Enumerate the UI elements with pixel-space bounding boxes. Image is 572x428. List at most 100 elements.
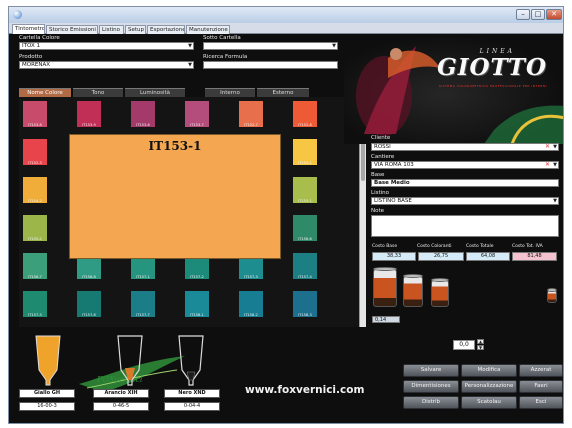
cartella-value: ITOX 1 <box>22 43 40 49</box>
listino-label: Listino <box>371 190 389 196</box>
base-label: Base <box>371 172 385 178</box>
paint-can-large-icon[interactable] <box>373 267 397 307</box>
tintometro-panel: Cartella Colore ITOX 1 ▼ Sotto Cartella … <box>9 34 563 423</box>
funnel-arancio-icon <box>117 335 143 386</box>
brand-banner: LINEA GIOTTO SISTEMA COLORIMETRICO PROFE… <box>344 34 563 144</box>
personalizzazione-button[interactable]: Personalizzazione <box>461 380 517 393</box>
note-label: Note <box>371 208 385 214</box>
chevron-down-icon: ▼ <box>553 198 557 204</box>
funnel-nero-icon <box>178 335 204 386</box>
maximize-button[interactable]: □ <box>531 9 545 20</box>
color-swatch[interactable]: IT157-4 <box>293 253 317 279</box>
dispenser-code-nero: 0-04-4 <box>164 402 220 411</box>
color-swatch[interactable]: IT155-1 <box>293 177 317 203</box>
clear-icon[interactable]: ✕ <box>545 162 550 168</box>
prodotto-select[interactable]: MORENAX ▼ <box>19 61 194 69</box>
dimentisiones-button[interactable]: Dimentisiones <box>403 380 459 393</box>
swatch-code: IT156-6 <box>298 237 312 241</box>
swatch-code: IT154-2 <box>28 199 42 203</box>
color-swatch[interactable]: IT157-7 <box>131 291 155 317</box>
dispenser-name-arancio: Arancio XIH <box>93 389 149 398</box>
color-swatch[interactable]: IT152-8 <box>293 101 317 127</box>
cliente-label: Cliente <box>371 135 391 141</box>
tab-interno[interactable]: Interno <box>205 88 255 97</box>
color-swatch[interactable]: IT155-2 <box>23 215 47 241</box>
cliente-select[interactable]: ROSSI ✕ ▼ <box>371 143 559 151</box>
color-swatch[interactable]: IT158-1 <box>185 291 209 317</box>
azzerat-button[interactable]: Azzerat <box>519 364 563 377</box>
tab-manutenzione[interactable]: Manutenzione <box>186 25 230 34</box>
chevron-down-icon[interactable]: ▼ <box>553 162 557 168</box>
color-swatch[interactable]: IT153-7 <box>185 101 209 127</box>
listino-select[interactable]: LISTINO BASE ▼ <box>371 197 559 205</box>
swatch-code: IT152-3 <box>28 161 42 165</box>
tab-nome-colore[interactable]: Nome Colore <box>19 88 71 97</box>
spin-down-icon[interactable]: ▼ <box>477 345 484 350</box>
sottocartella-select[interactable]: ▼ <box>203 42 338 50</box>
dispenser-name-giallo: Giallo GH <box>19 389 75 398</box>
ricerca-input[interactable] <box>203 61 338 69</box>
brand-subtitle: SISTEMA COLORIMETRICO PROFESSIONALE PER … <box>438 84 547 88</box>
swatch-code: IT158-3 <box>298 313 312 317</box>
color-swatch[interactable]: IT154-2 <box>23 177 47 203</box>
swatch-code: IT158-2 <box>244 313 258 317</box>
cantiere-value: VIA ROMA 103 <box>374 162 414 168</box>
color-swatch[interactable]: IT154-1 <box>293 139 317 165</box>
minimize-button[interactable]: – <box>516 9 530 20</box>
dispenser-code-giallo: 16-00-3 <box>19 402 75 411</box>
size-field: 0,14 <box>372 316 400 323</box>
scatolau-button[interactable]: Scatolau <box>461 396 517 409</box>
modifica-button[interactable]: Modifica <box>461 364 517 377</box>
color-swatch[interactable]: IT153-8 <box>23 101 47 127</box>
color-swatch[interactable]: IT153-9 <box>77 101 101 127</box>
chevron-down-icon[interactable]: ▼ <box>553 144 557 150</box>
color-swatch[interactable]: IT157-5 <box>23 291 47 317</box>
cartella-select[interactable]: ITOX 1 ▼ <box>19 42 194 50</box>
paint-can-medium-icon[interactable] <box>403 274 423 307</box>
paint-can-small-icon[interactable] <box>431 278 449 307</box>
color-swatch[interactable]: IT158-3 <box>293 291 317 317</box>
brand-title: GIOTTO <box>437 54 547 81</box>
tab-esterno[interactable]: Esterno <box>257 88 309 97</box>
tab-luminosita[interactable]: Luminosità <box>125 88 185 97</box>
note-textarea[interactable] <box>371 215 559 237</box>
costo-base-value: 38,33 <box>372 252 416 261</box>
tab-storico-emissioni[interactable]: Storico Emissioni <box>46 25 98 34</box>
cliente-value: ROSSI <box>374 144 391 150</box>
color-swatch[interactable]: IT156-6 <box>293 215 317 241</box>
zoom-input[interactable]: 0,0 <box>453 340 475 350</box>
dancer-illustration-icon <box>356 46 563 144</box>
esci-button[interactable]: Esci <box>519 396 563 409</box>
close-button[interactable]: ✕ <box>546 9 562 20</box>
swatch-code: IT153-9 <box>82 123 96 127</box>
color-swatch[interactable]: IT156-7 <box>23 253 47 279</box>
spin-up-icon[interactable]: ▲ <box>477 339 484 344</box>
swatch-code: IT157-1 <box>136 275 150 279</box>
dispenser-name-nero: Nero XND <box>164 389 220 398</box>
color-swatch[interactable]: IT157-6 <box>77 291 101 317</box>
costo-base-label: Costo Base <box>372 244 398 249</box>
color-swatch[interactable]: IT152-7 <box>239 101 263 127</box>
swatch-code: IT153-7 <box>190 123 204 127</box>
tab-tono[interactable]: Tono <box>73 88 123 97</box>
tab-setup[interactable]: Setup <box>125 25 146 34</box>
salvare-button[interactable]: Salvare <box>403 364 459 377</box>
selected-color-preview: IT153-1 <box>69 134 281 259</box>
listino-value: LISTINO BASE <box>374 198 412 204</box>
tab-tintometro[interactable]: Tintometro <box>12 24 45 34</box>
color-swatch[interactable]: IT152-3 <box>23 139 47 165</box>
color-swatch[interactable]: IT158-2 <box>239 291 263 317</box>
costo-coloranti-value: 26,75 <box>418 252 464 261</box>
costo-totale-value: 64,08 <box>466 252 510 261</box>
tab-esportazione[interactable]: Esportazione <box>147 25 185 34</box>
swatch-code: IT152-7 <box>244 123 258 127</box>
color-swatch[interactable]: IT153-6 <box>131 101 155 127</box>
tab-listino[interactable]: Listino <box>99 25 124 34</box>
faeri-button[interactable]: Faeri <box>519 380 563 393</box>
cantiere-select[interactable]: VIA ROMA 103 ✕ ▼ <box>371 161 559 169</box>
distrib-button[interactable]: Distrib <box>403 396 459 409</box>
clear-icon[interactable]: ✕ <box>545 144 550 150</box>
prodotto-value: MORENAX <box>22 62 51 68</box>
paint-can-mini-icon[interactable] <box>547 288 557 303</box>
swatch-code: IT153-6 <box>136 123 150 127</box>
